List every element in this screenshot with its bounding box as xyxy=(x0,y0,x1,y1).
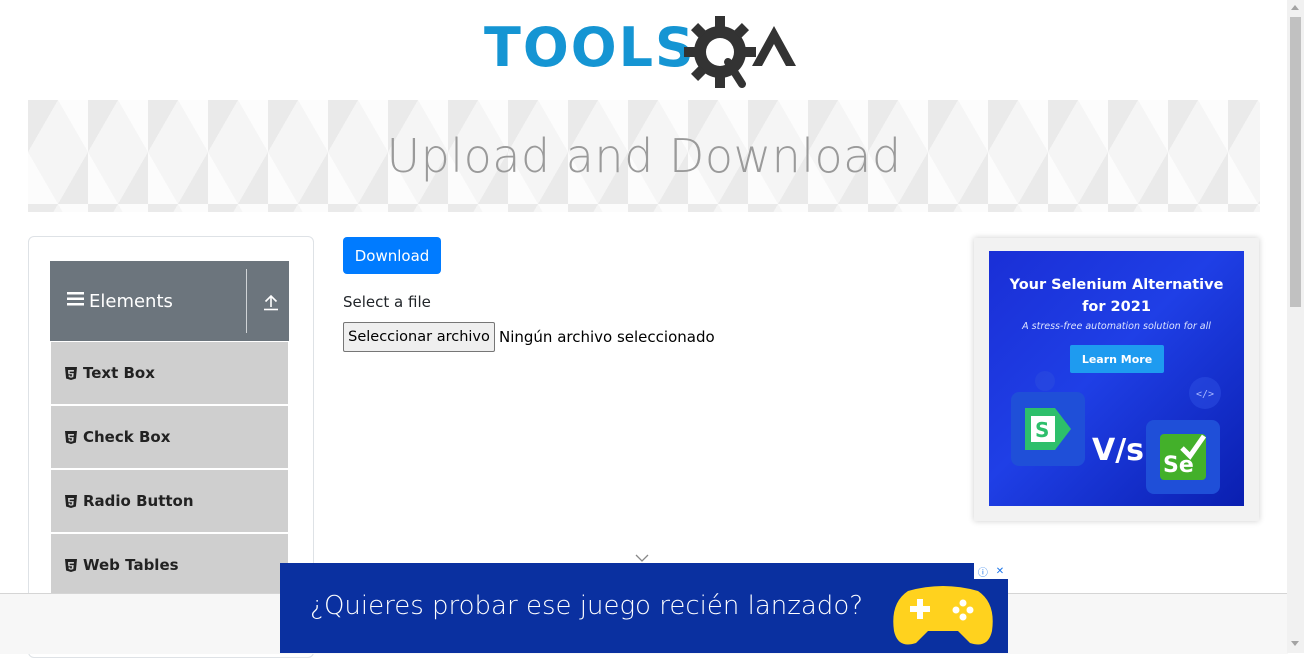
bottom-ad-text: ¿Quieres probar ese juego recién lanzado… xyxy=(310,591,864,621)
gamepad-icon xyxy=(893,586,993,645)
svg-text:</>: </> xyxy=(1196,389,1214,400)
side-advertisement[interactable]: Your Selenium Alternative for 2021 A str… xyxy=(974,238,1259,521)
sidebar-item-label: Text Box xyxy=(83,364,155,382)
toolsqa-logo[interactable]: TOOLS xyxy=(484,14,808,90)
ad-vs-text: V/s xyxy=(1092,433,1145,468)
svg-text:S: S xyxy=(1035,418,1049,442)
clock-icon xyxy=(1035,371,1055,391)
sidebar-item-radio-button[interactable]: Radio Button xyxy=(51,470,288,534)
selenium-logo-icon: Se xyxy=(1146,420,1220,494)
html5-icon xyxy=(65,366,77,380)
ad-headline-line2: for 2021 xyxy=(1082,299,1151,315)
page-banner: Upload and Download xyxy=(28,100,1260,212)
page-title: Upload and Download xyxy=(386,129,902,183)
ad-headline-line1: Your Selenium Alternative xyxy=(1009,277,1224,293)
sidebar-item-check-box[interactable]: Check Box xyxy=(51,406,288,470)
html5-icon xyxy=(65,430,77,444)
group-title: Elements xyxy=(89,290,173,312)
close-icon[interactable]: ✕ xyxy=(996,566,1004,577)
sidebar-item-web-tables[interactable]: Web Tables xyxy=(51,534,288,598)
header-divider xyxy=(246,269,247,333)
logo-text-tools: TOOLS xyxy=(484,16,696,79)
menu-icon xyxy=(67,291,85,311)
scroll-down-arrow-icon[interactable] xyxy=(1291,641,1299,646)
sidebar-item-label: Web Tables xyxy=(83,556,179,574)
upload-file-label: Select a file xyxy=(343,293,431,311)
file-status-text: Ningún archivo seleccionado xyxy=(499,328,715,346)
learn-more-button[interactable]: Learn More xyxy=(1070,345,1164,373)
sidebar-item-label: Check Box xyxy=(83,428,171,446)
collapse-arrow-icon[interactable] xyxy=(262,293,280,315)
choose-file-button[interactable]: Seleccionar archivo xyxy=(343,322,495,352)
scroll-up-arrow-icon[interactable] xyxy=(1291,5,1299,10)
sidebar-item-label: Radio Button xyxy=(83,492,194,510)
page-scrollbar[interactable] xyxy=(1287,0,1304,653)
scroll-thumb[interactable] xyxy=(1290,17,1301,307)
elements-group-header[interactable]: Elements xyxy=(50,261,289,341)
bottom-advertisement[interactable]: ¿Quieres probar ese juego recién lanzado… xyxy=(280,563,1008,653)
ad-subtext: A stress-free automation solution for al… xyxy=(1022,321,1211,332)
ad-choices[interactable]: ⓘ ✕ xyxy=(974,563,1008,579)
html5-icon xyxy=(65,494,77,508)
ad-banner[interactable]: Your Selenium Alternative for 2021 A str… xyxy=(989,251,1244,506)
logo-letter-a xyxy=(752,26,796,66)
info-icon[interactable]: ⓘ xyxy=(978,564,988,579)
code-icon: </> xyxy=(1189,377,1221,409)
gear-magnifier-icon xyxy=(684,16,756,88)
testsigma-logo-icon: S xyxy=(1011,392,1085,466)
sidebar-item-text-box[interactable]: Text Box xyxy=(51,342,288,406)
html5-icon xyxy=(65,558,77,572)
download-button[interactable]: Download xyxy=(343,237,441,274)
